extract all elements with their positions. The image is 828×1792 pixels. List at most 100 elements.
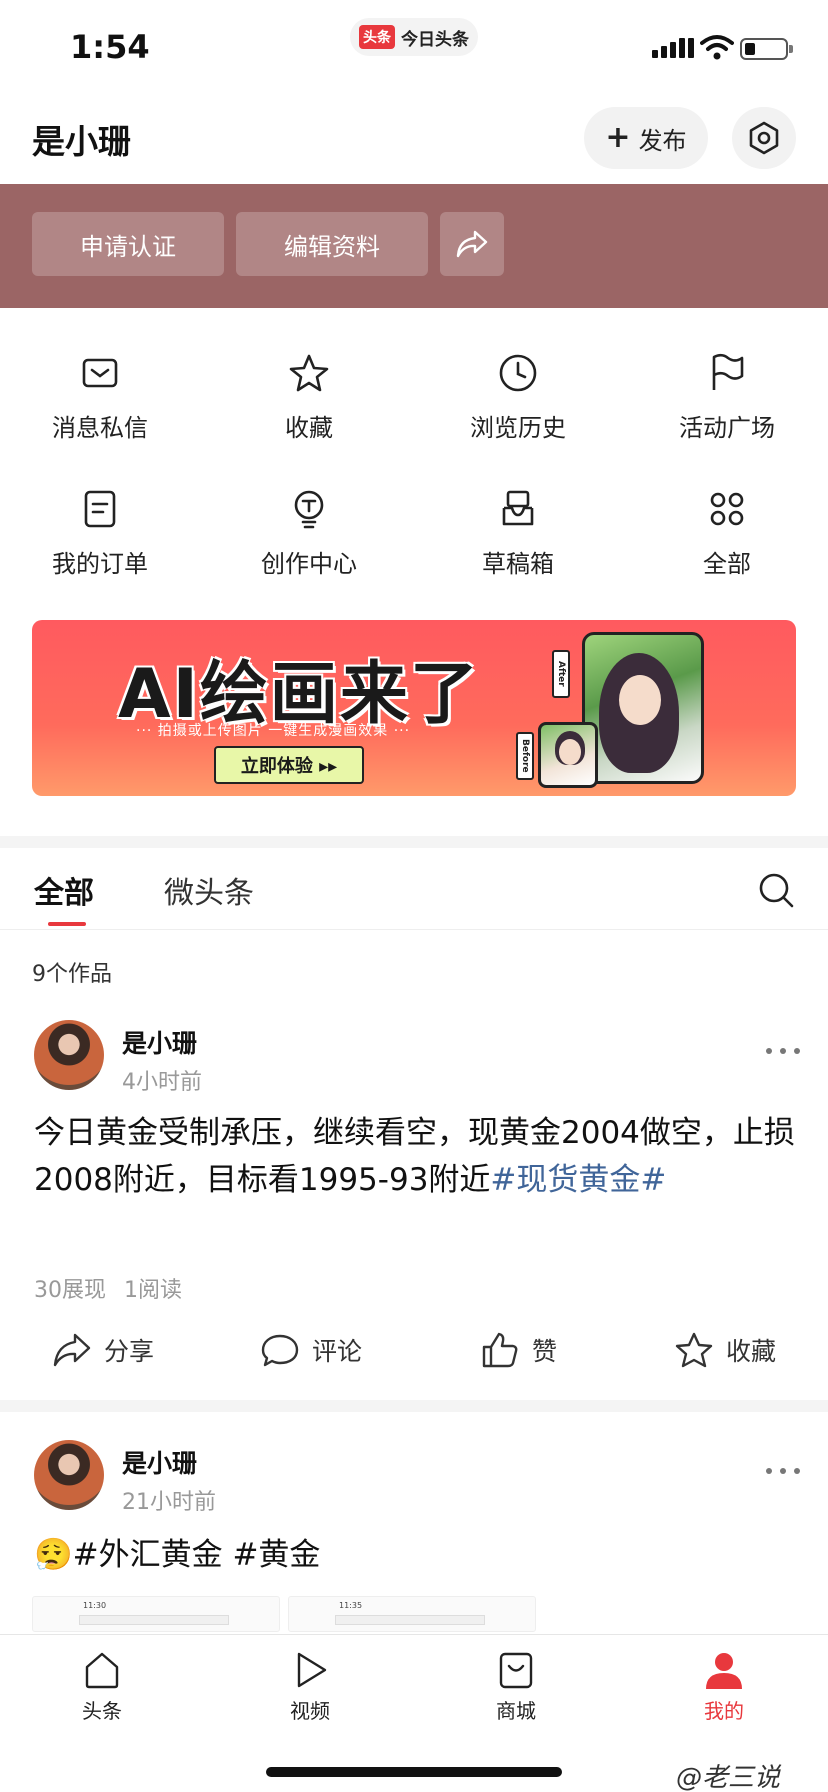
section-divider [0, 836, 828, 848]
tab-active-indicator [48, 922, 86, 926]
post-divider [0, 1400, 828, 1412]
status-bar: 1:54 头条 今日头条 [0, 0, 828, 95]
ai-painting-banner[interactable]: AI绘画来了 ··· 拍摄或上传图片 一键生成漫画效果 ··· 立即体验 ▸▸ … [32, 620, 796, 796]
status-time: 1:54 [70, 28, 150, 66]
draft-box-icon [502, 490, 534, 526]
grid-item-favorites[interactable]: 收藏 [209, 350, 409, 443]
grid-item-messages[interactable]: 消息私信 [0, 350, 200, 443]
grid-item-history[interactable]: 浏览历史 [418, 350, 618, 443]
app-badge: 头条 [359, 25, 395, 49]
play-icon [297, 1652, 327, 1688]
grid-label: 创作中心 [261, 550, 357, 578]
post-text-content: #外汇黄金 #黄金 [72, 1537, 321, 1573]
post-time: 21小时前 [122, 1490, 216, 1515]
content-tabs: 全部 微头条 [0, 848, 828, 930]
publish-label: 发布 [638, 126, 687, 155]
more-icon[interactable] [766, 1048, 800, 1058]
share-profile-button[interactable] [440, 212, 504, 276]
post-author[interactable]: 是小珊 [122, 1024, 197, 1060]
grid-item-creator-center[interactable]: 创作中心 [209, 486, 409, 579]
grid-label: 草稿箱 [482, 550, 554, 578]
share-icon [456, 230, 488, 258]
grid-label: 我的订单 [52, 550, 148, 578]
home-indicator[interactable] [266, 1767, 562, 1777]
apply-verify-button[interactable]: 申请认证 [32, 212, 224, 276]
gear-icon [749, 121, 779, 155]
edit-profile-button[interactable]: 编辑资料 [236, 212, 428, 276]
nav-label: 视频 [290, 1699, 330, 1723]
nav-item-me[interactable]: 我的 [664, 1649, 784, 1724]
battery-icon [740, 38, 793, 60]
share-icon [53, 1333, 91, 1367]
favorite-label: 收藏 [726, 1337, 777, 1366]
flag-icon [712, 353, 744, 390]
like-button[interactable]: 赞 [480, 1330, 557, 1370]
tab-micro-headlines[interactable]: 微头条 [164, 868, 254, 912]
after-image [582, 632, 704, 784]
nav-label: 我的 [704, 1699, 744, 1723]
settings-button[interactable] [732, 107, 796, 169]
reads-count: 1阅读 [124, 1278, 182, 1303]
avatar[interactable] [34, 1440, 104, 1510]
post-time: 4小时前 [122, 1070, 202, 1095]
thumb-time: 11:35 [339, 1601, 363, 1610]
post-author[interactable]: 是小珊 [122, 1444, 197, 1480]
views-count: 30展现 [34, 1278, 106, 1303]
grid-label: 全部 [703, 550, 751, 578]
post-text[interactable]: 今日黄金受制承压，继续看空，现黄金2004做空，止损2008附近，目标看1995… [34, 1110, 796, 1204]
star-icon [289, 354, 329, 392]
post-image[interactable]: 11:35 [288, 1596, 536, 1632]
shopping-bag-icon [499, 1652, 533, 1689]
grid-item-all[interactable]: 全部 [627, 486, 827, 579]
favorite-button[interactable]: 收藏 [674, 1330, 776, 1370]
post-actions: 分享 评论 赞 收藏 [0, 1330, 828, 1380]
grid-item-drafts[interactable]: 草稿箱 [418, 486, 618, 579]
signal-icon [652, 38, 694, 58]
person-icon [706, 1653, 742, 1689]
tab-all[interactable]: 全部 [34, 868, 94, 912]
banner-subtitle: ··· 拍摄或上传图片 一键生成漫画效果 ··· [136, 723, 411, 739]
grid-item-orders[interactable]: 我的订单 [0, 486, 200, 579]
share-button[interactable]: 分享 [52, 1330, 154, 1370]
grid-item-activities[interactable]: 活动广场 [627, 350, 827, 443]
message-icon [82, 358, 118, 388]
home-icon [85, 1652, 119, 1689]
hashtag-link[interactable]: #现货黄金# [490, 1162, 666, 1198]
post-stats: 30展现 1阅读 [34, 1272, 182, 1304]
share-label: 分享 [104, 1337, 155, 1366]
search-icon[interactable] [756, 870, 796, 910]
before-image [538, 722, 598, 788]
nav-item-mall[interactable]: 商城 [456, 1649, 576, 1724]
app-indicator[interactable]: 头条 今日头条 [350, 18, 478, 56]
avatar[interactable] [34, 1020, 104, 1090]
page-title: 是小珊 [32, 122, 131, 161]
post-text[interactable]: 😮‍💨#外汇黄金 #黄金 [34, 1532, 796, 1579]
thumb-time: 11:30 [83, 1601, 107, 1610]
grid-label: 消息私信 [52, 414, 148, 442]
comment-button[interactable]: 评论 [260, 1330, 362, 1370]
profile-actions-band: 申请认证 编辑资料 [0, 184, 828, 308]
grid-icon [710, 492, 744, 526]
try-now-button[interactable]: 立即体验 ▸▸ [214, 746, 364, 784]
post-image[interactable]: 11:30 [32, 1596, 280, 1632]
like-label: 赞 [532, 1337, 558, 1366]
thumbs-up-icon [482, 1332, 518, 1368]
nav-item-video[interactable]: 视频 [250, 1649, 370, 1724]
app-name: 今日头条 [401, 29, 469, 50]
profile-header: 是小珊 + 发布 [0, 95, 828, 185]
nav-label: 头条 [82, 1699, 122, 1723]
more-icon[interactable] [766, 1468, 800, 1478]
bottom-nav: 头条 视频 商城 我的 @老三说 [0, 1634, 828, 1792]
post-text-content: 今日黄金受制承压，继续看空，现黄金2004做空，止损2008附近，目标看1995… [34, 1115, 795, 1198]
bulb-icon [294, 490, 324, 529]
plus-icon: + [605, 120, 631, 155]
grid-label: 浏览历史 [470, 414, 566, 442]
watermark: @老三说 [676, 1763, 781, 1792]
wifi-icon [700, 35, 734, 60]
publish-button[interactable]: + 发布 [584, 107, 708, 169]
after-tag: After [552, 650, 570, 698]
comment-label: 评论 [312, 1337, 363, 1366]
nav-item-home[interactable]: 头条 [42, 1649, 162, 1724]
emoji: 😮‍💨 [34, 1537, 73, 1573]
order-icon [84, 490, 116, 528]
